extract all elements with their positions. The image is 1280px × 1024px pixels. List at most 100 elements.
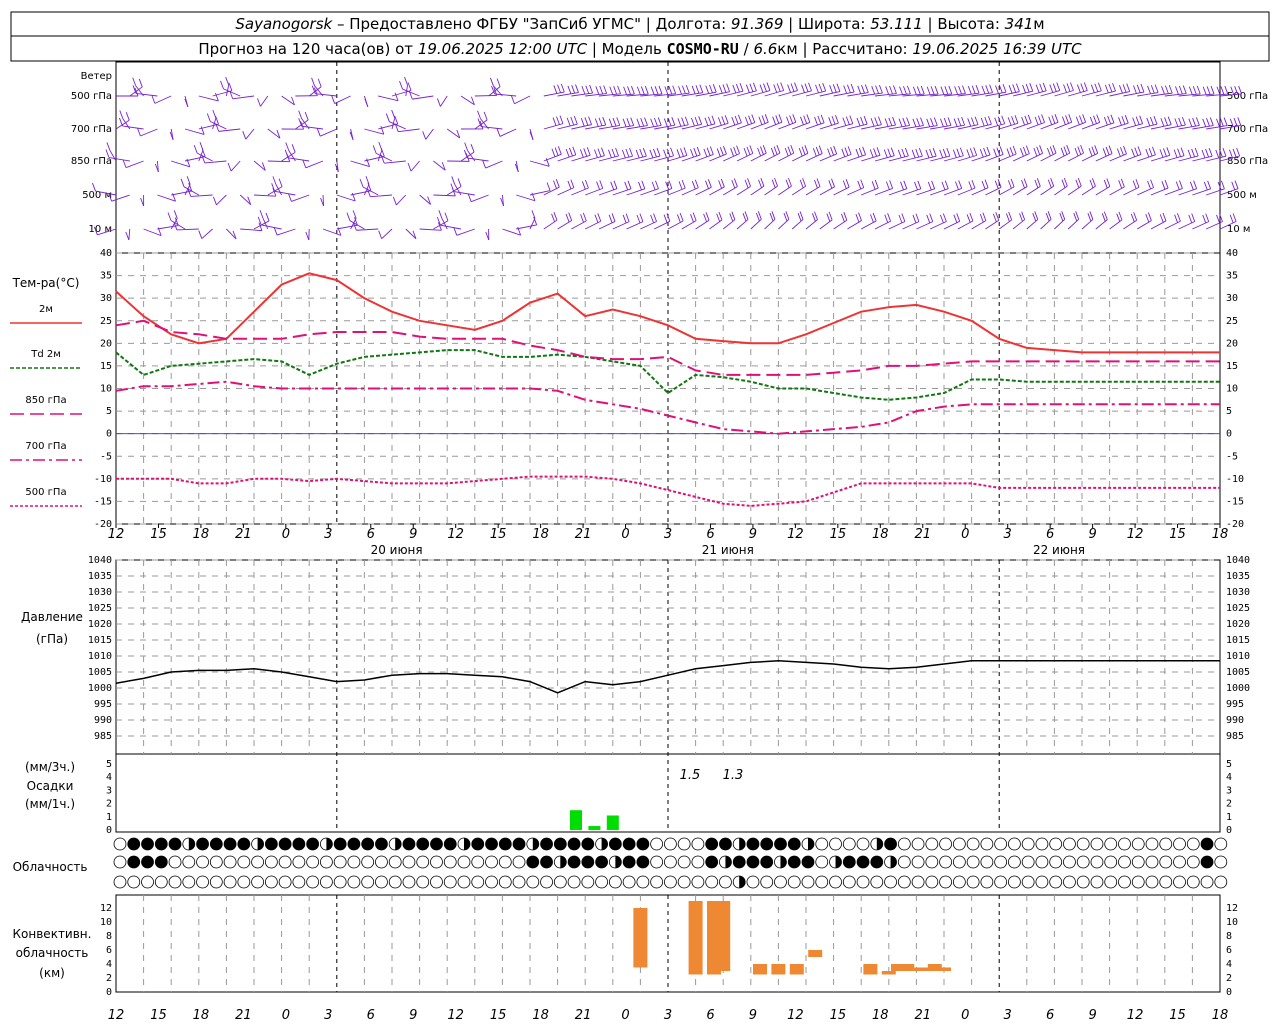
wind-barb-feather [1150,179,1154,188]
wind-barb-feather [709,146,714,155]
wind-barb-feather [651,181,656,191]
wind-barb-feather [912,118,917,127]
wind-barb-feather [720,178,725,188]
wind-barb [709,219,723,230]
precip-y-tick: 0 [106,825,112,836]
wind-barb [1137,187,1154,196]
wind-barb-feather [940,86,945,95]
wind-barb-feather [1041,114,1045,123]
conv-y-tick: 4 [1226,959,1232,970]
wind-barb-feather [639,148,644,158]
wind-barb-feather [929,213,934,222]
wind-barb-feather [971,85,976,94]
wind-barb-feather [579,149,584,158]
header-part: 19.06.2025 16:39 UTC [912,40,1082,58]
wind-barb-feather [609,86,614,95]
wind-barb-feather [552,117,557,126]
wind-barb-feather [849,115,854,124]
wind-barb-feather [1132,117,1137,126]
wind-barb-feather [876,147,881,156]
wind-barb-feather [998,84,1003,94]
cloud-cover-symbol [994,875,1008,889]
x-tick-label: 18 [532,1008,549,1023]
wind-barb-feather [1106,178,1111,187]
cloud-cover-symbol [553,875,567,889]
cloud-cover-symbol [1049,875,1063,889]
wind-barb-feather [644,117,648,126]
wind-barb-feather [711,115,716,124]
wind-barb-feather [467,193,472,202]
cloud-cover-fill [402,838,415,850]
wind-barb-feather [944,86,949,95]
wind-barb-feather [995,85,999,94]
wind-barb-feather [1160,118,1165,127]
wind-barb-feather [1215,149,1220,159]
wind-barb [336,194,356,202]
cloud-cover-symbol [677,855,691,869]
pressure-y-tick: 1020 [88,619,112,630]
wind-barb-feather [676,149,681,158]
wind-barb [874,220,891,230]
wind-barb-feather [553,85,558,94]
wind-barb-feather [331,95,336,104]
wind-barb-feather [842,117,847,126]
wind-barb-feather [826,213,831,222]
pressure-y-tick: 1000 [88,683,112,694]
x-tick-label: 3 [664,1008,672,1023]
wind-barb-feather [1124,115,1129,124]
wind-barb-feather [873,148,878,157]
wind-level-label: 500 м [1227,190,1257,201]
wind-barb-feather [257,98,261,107]
conv-y-tick: 0 [1226,987,1232,998]
cloud-cover-fill [636,856,649,868]
cloud-cover-fill [155,856,168,868]
day-label: 20 июня [371,543,423,557]
wind-barb-feather [625,148,630,158]
wind-barb-feather [1222,148,1227,157]
wind-barb [364,155,385,162]
cloud-cover-fill [623,838,636,850]
wind-barb [140,128,158,137]
cloud-cover-symbol [595,875,608,889]
wind-barb-feather [981,85,986,95]
pressure-y-tick: 990 [1226,715,1244,726]
cloud-cover-symbol [223,855,237,869]
cloud-cover-fill [733,856,746,868]
cloud-cover-symbol [430,875,443,889]
cloud-cover-fill [1201,856,1214,868]
wind-barb-feather [1027,114,1032,123]
wind-barb-feather [889,180,894,189]
cloud-cover-symbol [306,875,320,889]
wind-barb-feather [553,180,557,189]
wind-barb-feather [623,86,628,95]
cloud-cover-symbol [994,837,1008,851]
wind-barb-feather [1019,148,1024,157]
temp-legend-label: 2м [39,304,53,315]
wind-barb-feather [1019,213,1023,222]
cloud-cover-symbol [1159,875,1173,889]
wind-barb-feather [559,115,564,124]
wind-barb-feather [1001,115,1006,124]
wind-barb-feather [483,111,488,121]
wind-barb [764,185,778,196]
cloud-cover-symbol [746,875,760,889]
wind-barb-feather [1094,83,1099,92]
wind-barb-feather [1145,148,1150,158]
wind-barb-feather [799,179,804,189]
wind-barb-feather [1116,148,1121,157]
wind-barb-feather [580,214,584,223]
wind-barb-feather [1051,115,1056,124]
wind-barb-feather [874,117,879,126]
wind-barb-feather [804,83,809,92]
wind-barb-feather [1120,178,1125,188]
wind-barb-feather [828,180,833,189]
cloud-cover-symbol [416,875,430,889]
wind-barb-feather [926,214,931,224]
cloud-cover-symbol [498,855,512,869]
wind-barb-feather [985,85,990,94]
wind-barb-feather [719,147,724,156]
cloud-cover-symbol [801,875,815,889]
wind-barb-feather [1046,147,1051,157]
wind-barb-feather [855,148,860,158]
wind-barb-feather [627,180,632,189]
